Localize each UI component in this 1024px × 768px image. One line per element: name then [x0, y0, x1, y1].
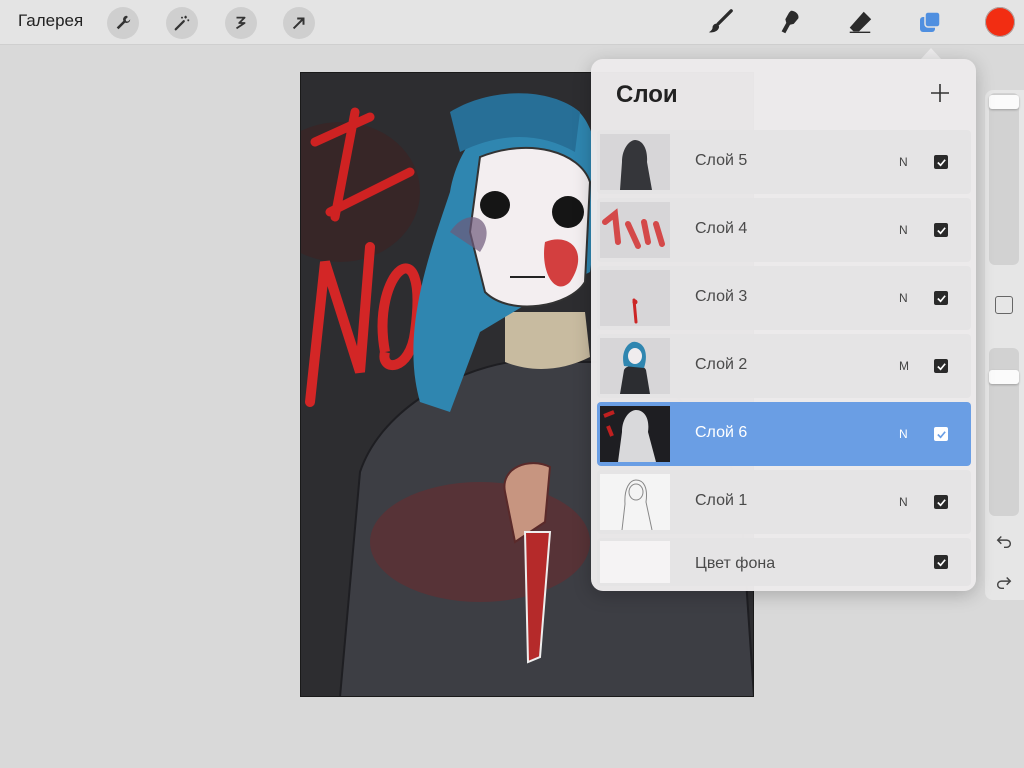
magic-wand-icon[interactable]	[166, 7, 198, 39]
layer-name: Слой 3	[695, 288, 748, 305]
layer-row-6[interactable]: Слой 6 N	[597, 402, 971, 466]
modify-button[interactable]	[995, 296, 1013, 314]
layer-name: Слой 2	[695, 356, 748, 373]
color-picker-button[interactable]	[985, 7, 1015, 37]
smudge-icon[interactable]	[773, 5, 807, 39]
blend-mode-button[interactable]: N	[899, 155, 908, 169]
layer-thumbnail	[600, 406, 670, 462]
layer-name: Слой 6	[695, 424, 748, 441]
layer-thumbnail	[600, 134, 670, 190]
side-slider-bar	[985, 90, 1024, 600]
gallery-button[interactable]: Галерея	[18, 11, 83, 31]
panel-title: Слои	[616, 81, 678, 108]
layer-visibility-checkbox[interactable]	[934, 555, 948, 569]
layer-thumbnail	[600, 338, 670, 394]
brush-size-thumb[interactable]	[989, 95, 1019, 109]
layer-visibility-checkbox[interactable]	[934, 291, 948, 305]
layer-thumbnail	[600, 270, 670, 326]
plus-icon[interactable]	[929, 82, 951, 104]
layer-visibility-checkbox[interactable]	[934, 223, 948, 237]
layer-row-2[interactable]: Слой 2 M	[597, 334, 971, 398]
selection-icon[interactable]	[225, 7, 257, 39]
layer-name: Слой 5	[695, 152, 748, 169]
top-toolbar: Галерея	[0, 0, 1024, 45]
opacity-thumb[interactable]	[989, 370, 1019, 384]
redo-icon[interactable]	[994, 572, 1014, 592]
layer-row-5[interactable]: Слой 5 N	[597, 130, 971, 194]
background-color-swatch[interactable]	[600, 541, 670, 583]
layer-visibility-checkbox[interactable]	[934, 495, 948, 509]
eraser-icon[interactable]	[843, 5, 877, 39]
layer-name: Слой 4	[695, 220, 748, 237]
wrench-icon[interactable]	[107, 7, 139, 39]
layer-visibility-checkbox[interactable]	[934, 359, 948, 373]
blend-mode-button[interactable]: N	[899, 495, 908, 509]
layer-visibility-checkbox[interactable]	[934, 155, 948, 169]
brush-size-slider[interactable]	[989, 93, 1019, 265]
layer-name: Цвет фона	[695, 555, 776, 572]
transform-arrow-icon[interactable]	[283, 7, 315, 39]
blend-mode-button[interactable]: N	[899, 223, 908, 237]
blend-mode-button[interactable]: N	[899, 427, 908, 441]
layer-name: Слой 1	[695, 492, 748, 509]
layer-row-4[interactable]: Слой 4 N	[597, 198, 971, 262]
layer-row-3[interactable]: Слой 3 N	[597, 266, 971, 330]
layer-thumbnail	[600, 474, 670, 530]
background-color-row[interactable]: Цвет фона	[597, 538, 971, 586]
layer-row-1[interactable]: Слой 1 N	[597, 470, 971, 534]
layer-visibility-checkbox[interactable]	[934, 427, 948, 441]
brush-icon[interactable]	[703, 5, 737, 39]
layers-icon[interactable]	[913, 5, 947, 39]
layer-thumbnail	[600, 202, 670, 258]
layers-panel: Слои Слой 5 N Слой 4 N Слой 3 N Слой 2 M…	[591, 59, 976, 591]
undo-icon[interactable]	[994, 531, 1014, 551]
blend-mode-button[interactable]: N	[899, 291, 908, 305]
blend-mode-button[interactable]: M	[899, 359, 909, 373]
opacity-slider[interactable]	[989, 348, 1019, 516]
